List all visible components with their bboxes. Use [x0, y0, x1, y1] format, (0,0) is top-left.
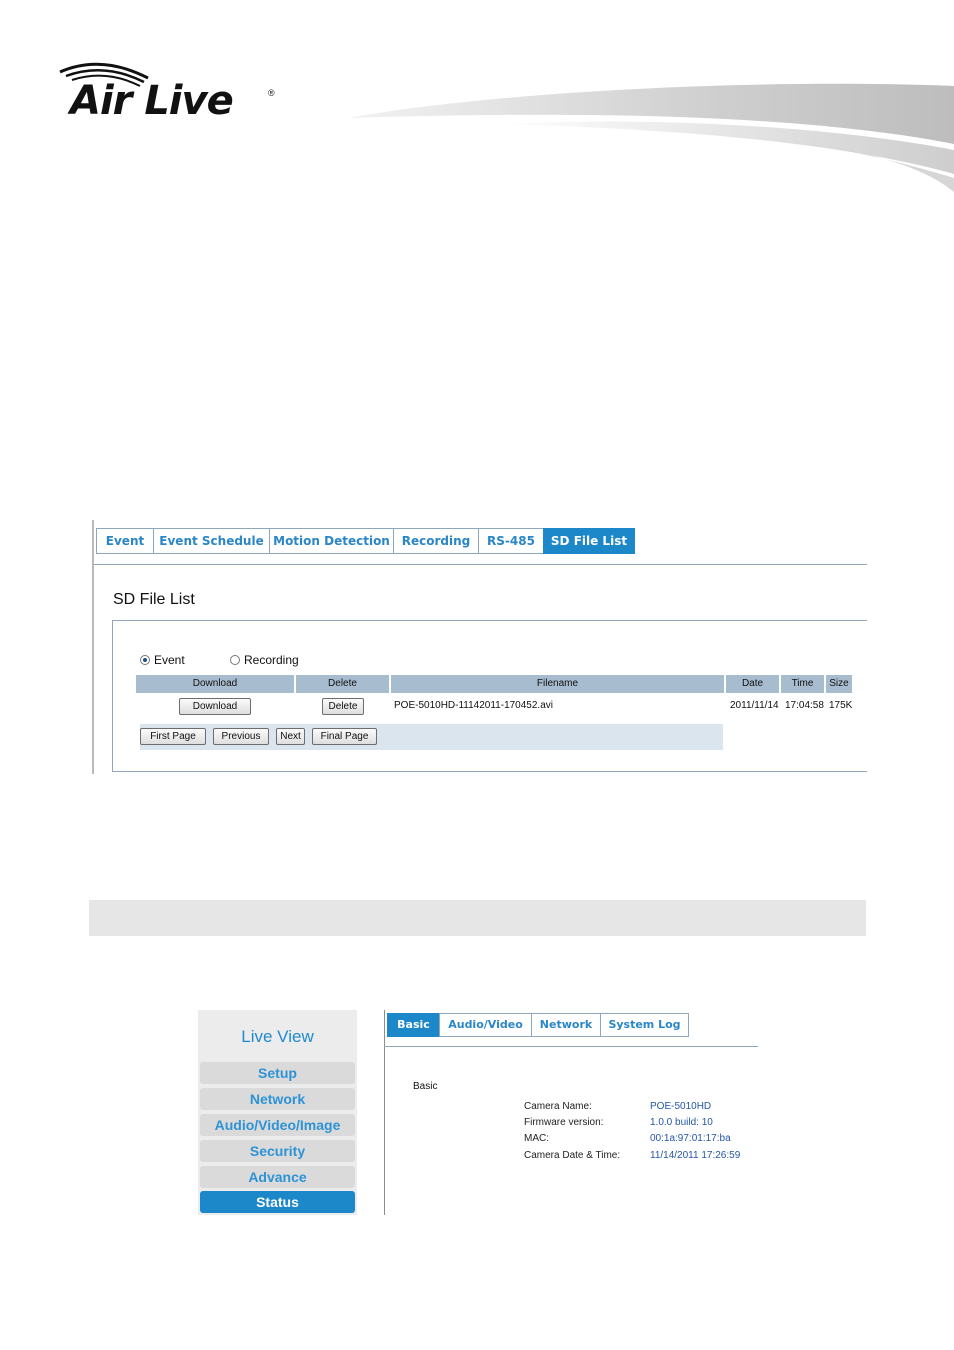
tab-event-schedule[interactable]: Event Schedule	[153, 528, 270, 554]
sidebar-item-setup[interactable]: Setup	[200, 1062, 355, 1084]
header-swoosh	[348, 83, 954, 192]
sidebar-item-security[interactable]: Security	[200, 1140, 355, 1162]
col-filename: Filename	[391, 675, 724, 693]
sidebar-item-status[interactable]: Status	[200, 1191, 355, 1213]
delete-button[interactable]: Delete	[322, 698, 364, 715]
download-button[interactable]: Download	[179, 698, 251, 715]
sidebar-item-advance[interactable]: Advance	[200, 1166, 355, 1188]
filename-cell: POE-5010HD-11142011-170452.avi	[394, 700, 553, 711]
firmware-version-label: Firmware version:	[524, 1117, 604, 1128]
sd-file-list-screenshot: Event Event Schedule Motion Detection Re…	[92, 520, 867, 776]
panel-divider	[94, 564, 867, 565]
sidebar-item-network[interactable]: Network	[200, 1088, 355, 1110]
radio-recording-button[interactable]	[230, 655, 240, 665]
status-panel-divider	[384, 1046, 758, 1047]
radio-event[interactable]: Event	[140, 653, 185, 667]
content-left-border	[384, 1010, 385, 1215]
camera-date-time-value: 11/14/2011 17:26:59	[650, 1150, 741, 1161]
tab-audio-video[interactable]: Audio/Video	[439, 1013, 532, 1037]
tab-event[interactable]: Event	[96, 528, 154, 554]
event-tabs: Event Event Schedule Motion Detection Re…	[96, 528, 635, 554]
tab-recording[interactable]: Recording	[393, 528, 479, 554]
mac-label: MAC:	[524, 1133, 549, 1144]
camera-date-time-label: Camera Date & Time:	[524, 1150, 621, 1161]
radio-recording-label: Recording	[244, 653, 299, 667]
live-view-link[interactable]: Live View	[198, 1027, 357, 1047]
tab-network[interactable]: Network	[531, 1013, 601, 1037]
radio-event-label: Event	[154, 653, 185, 667]
logo-text: Air Live	[70, 78, 234, 124]
radio-event-button[interactable]	[140, 655, 150, 665]
col-time: Time	[781, 675, 824, 693]
table-row: Download Delete POE-5010HD-11142011-1704…	[136, 696, 866, 718]
airlive-logo: Air Live ®	[56, 58, 286, 128]
file-table-header: Download Delete Filename Date Time Size	[136, 675, 854, 693]
tab-system-log[interactable]: System Log	[600, 1013, 689, 1037]
section-title: Basic	[413, 1081, 438, 1092]
col-size: Size	[826, 675, 852, 693]
time-cell: 17:04:58	[785, 700, 824, 711]
sidebar: Live View Setup Network Audio/Video/Imag…	[198, 1010, 357, 1215]
previous-button[interactable]: Previous	[213, 728, 269, 745]
tab-rs-485[interactable]: RS-485	[478, 528, 544, 554]
col-date: Date	[726, 675, 779, 693]
next-button[interactable]: Next	[276, 728, 305, 745]
left-border	[92, 520, 94, 774]
first-page-button[interactable]: First Page	[140, 728, 206, 745]
tab-motion-detection[interactable]: Motion Detection	[269, 528, 394, 554]
status-tabs: Basic Audio/Video Network System Log	[387, 1013, 689, 1037]
final-page-button[interactable]: Final Page	[312, 728, 377, 745]
date-cell: 2011/11/14	[730, 700, 779, 711]
page-title: SD File List	[113, 591, 195, 608]
size-cell: 175K	[829, 700, 853, 711]
sidebar-item-audio-video-image[interactable]: Audio/Video/Image	[200, 1114, 355, 1136]
col-download: Download	[136, 675, 294, 693]
radio-recording[interactable]: Recording	[230, 653, 299, 667]
firmware-version-value: 1.0.0 build: 10	[650, 1117, 713, 1128]
camera-name-value: POE-5010HD	[650, 1101, 712, 1112]
mac-value: 00:1a:97:01:17:ba	[650, 1133, 731, 1144]
section-heading-bar	[89, 900, 866, 936]
tab-basic[interactable]: Basic	[387, 1013, 440, 1037]
col-delete: Delete	[296, 675, 389, 693]
camera-name-label: Camera Name:	[524, 1101, 592, 1112]
tab-sd-file-list[interactable]: SD File List	[543, 528, 635, 554]
pagination-bar: First Page Previous Next Final Page	[140, 724, 723, 750]
registered-mark: ®	[268, 88, 275, 98]
